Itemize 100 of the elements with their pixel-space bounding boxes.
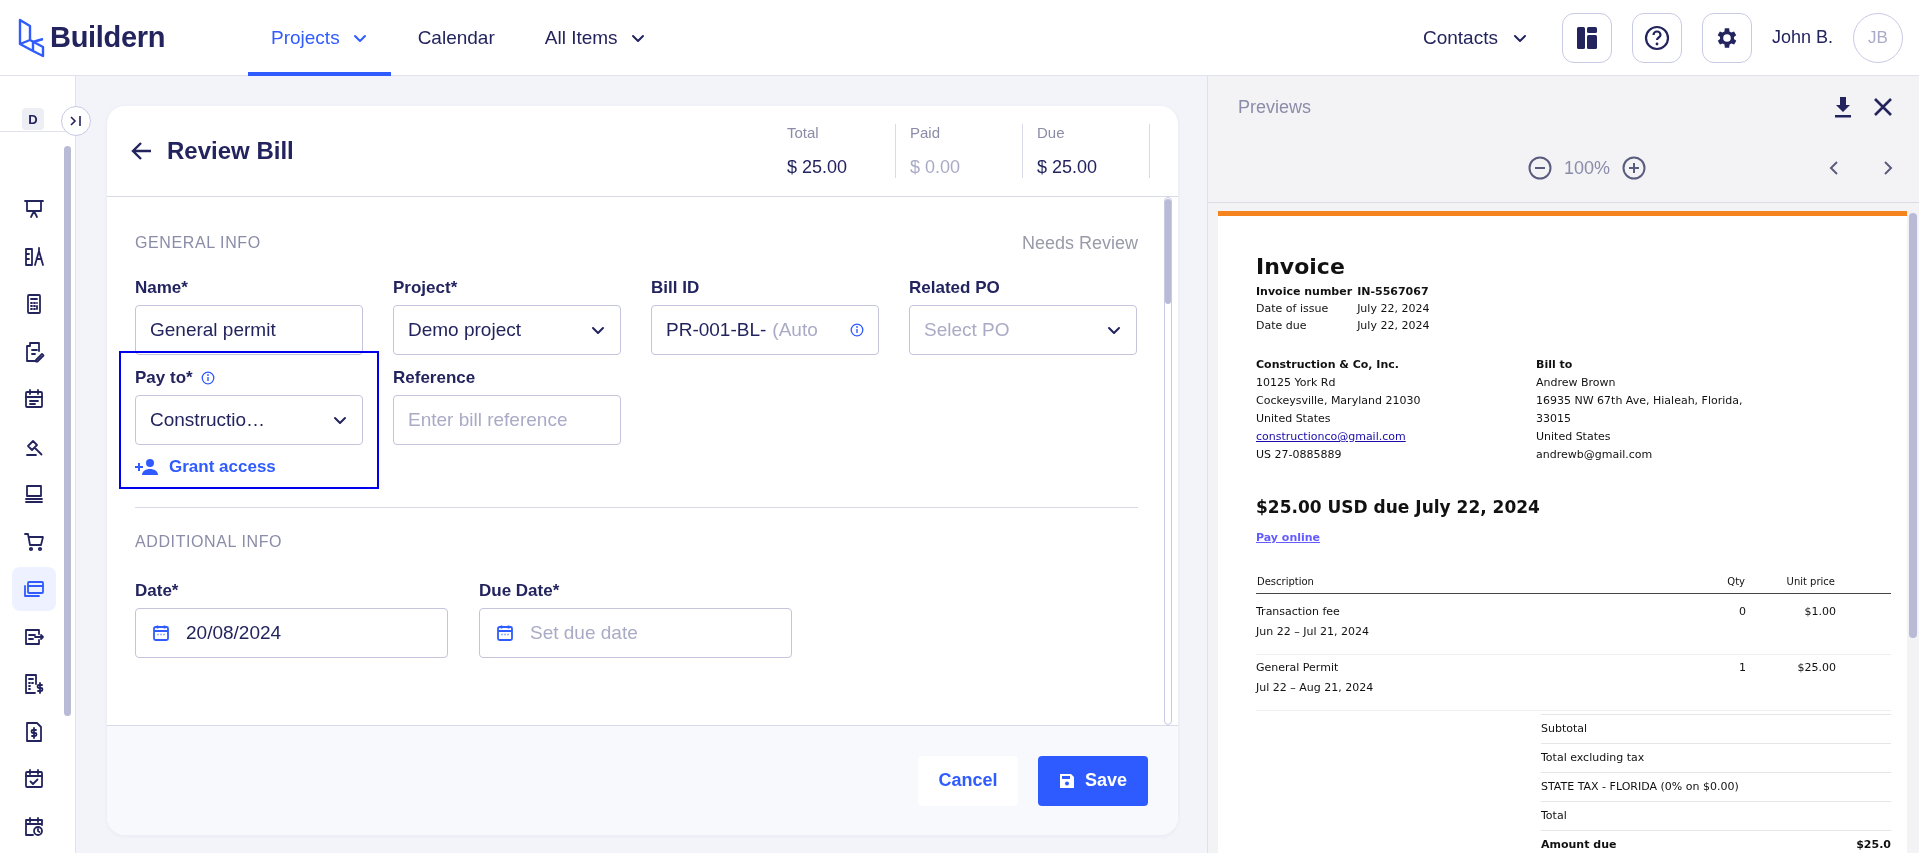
layout-button[interactable] [1561, 12, 1612, 63]
zoom-in-button[interactable] [1622, 156, 1647, 180]
field-label: Related PO [909, 278, 1000, 298]
calendar-icon [152, 624, 170, 642]
address-line: Cockeysville, Maryland 21030 [1256, 394, 1422, 407]
settings-button[interactable] [1701, 12, 1752, 63]
scrollbar-thumb[interactable] [1165, 199, 1171, 304]
summary-label: Due [1037, 124, 1065, 141]
back-arrow-icon [131, 141, 153, 161]
scrollbar[interactable] [64, 146, 71, 716]
section-heading: GENERAL INFO [135, 234, 261, 252]
calendar-icon [496, 624, 514, 642]
field-label: Date* [135, 581, 179, 601]
field-label: Pay to* [135, 368, 193, 388]
total-label: Total [1541, 809, 1567, 822]
summary-value: $ 0.00 [910, 157, 961, 178]
user-name: John B. [1771, 27, 1833, 48]
chevron-left-icon [1829, 161, 1839, 175]
invoice-title: Invoice [1256, 254, 1346, 279]
tax-id: US 27-0885889 [1256, 448, 1343, 461]
invoice-meta-value: IN-5567067 [1357, 285, 1430, 298]
field-label: Reference [393, 368, 476, 388]
field-hint: (Auto [772, 319, 818, 341]
download-button[interactable] [1833, 96, 1853, 118]
invoice-meta-label: Date due [1256, 319, 1308, 332]
item-unit-price: $25.00 [1797, 661, 1836, 674]
text-input[interactable]: General permit [135, 305, 363, 355]
summary-label: Total [787, 124, 819, 141]
column-header: Qty [1727, 576, 1745, 587]
zoom-level: 100% [1564, 157, 1611, 179]
invoice-meta-value: July 22, 2024 [1357, 319, 1430, 332]
select-dropdown[interactable]: Constructio… [135, 395, 363, 445]
field-placeholder: Select PO [924, 319, 1010, 341]
field-value: Constructio… [150, 409, 266, 431]
address-line: 10125 York Rd [1256, 376, 1337, 389]
easel-icon [21, 197, 46, 221]
previous-page-button[interactable] [1829, 161, 1839, 175]
help-icon [1643, 24, 1670, 51]
invoice-meta-value: July 22, 2024 [1357, 302, 1430, 315]
close-icon [1873, 97, 1893, 117]
address-line: Andrew Brown [1536, 376, 1617, 389]
nav-tab[interactable]: Calendar [394, 0, 518, 76]
pay-online-link[interactable]: Pay online [1256, 531, 1321, 544]
item-description: General Permit [1256, 661, 1339, 674]
close-button[interactable] [1873, 97, 1893, 117]
chevron-right-icon [1883, 161, 1893, 175]
total-label: STATE TAX - FLORIDA (0% on $0.00) [1541, 780, 1739, 793]
column-header: Description [1257, 576, 1314, 587]
zoom-out-button[interactable] [1528, 156, 1552, 180]
field-value: PR-001-BL- [666, 319, 767, 341]
item-description: Transaction fee [1256, 605, 1340, 618]
summary-value: $ 25.00 [787, 157, 848, 178]
contacts-menu[interactable]: Contacts [1416, 25, 1534, 50]
bill-to-heading: Bill to [1536, 358, 1574, 371]
address-line: United States [1256, 412, 1332, 425]
address-line: andrewb@gmail.com [1536, 448, 1654, 461]
section-heading: ADDITIONAL INFO [135, 533, 283, 551]
summary-label: Paid [910, 124, 941, 141]
item-quantity: 1 [1739, 661, 1746, 674]
download-icon [1833, 96, 1853, 118]
help-button[interactable] [1631, 12, 1682, 63]
info-icon [850, 323, 864, 337]
back-button[interactable] [131, 141, 153, 161]
scrollbar[interactable] [1909, 213, 1917, 638]
save-button[interactable]: Save [1038, 755, 1148, 806]
field-placeholder: Set due date [530, 622, 638, 644]
field-value: 20/08/2024 [186, 622, 282, 644]
expand-sidebar-button[interactable] [61, 106, 91, 136]
layout-icon [1575, 25, 1598, 50]
total-label: Amount due [1541, 838, 1617, 851]
item-unit-price: $1.00 [1804, 605, 1836, 618]
field-label: Name* [135, 278, 188, 298]
invoice-meta-label: Date of issue [1256, 302, 1330, 315]
next-page-button[interactable] [1883, 161, 1893, 175]
zoom-out-icon [1528, 156, 1552, 180]
item-quantity: 0 [1739, 605, 1746, 618]
field-label: Project* [393, 278, 458, 298]
total-value: $25.0 [1856, 838, 1891, 851]
address-line: United States [1536, 430, 1612, 443]
text-input[interactable]: PR-001-BL- (Auto [651, 305, 879, 355]
expand-icon [69, 115, 83, 127]
field-label: Due Date* [479, 581, 560, 601]
cancel-button[interactable]: Cancel [918, 755, 1018, 806]
nav-tab[interactable]: All Items [521, 0, 669, 76]
email-link[interactable]: constructionco@gmail.com [1256, 430, 1406, 443]
select-dropdown[interactable]: Demo project [393, 305, 621, 355]
total-label: Total excluding tax [1541, 751, 1645, 764]
field-placeholder: Enter bill reference [408, 409, 568, 431]
sender-name: Construction & Co, Inc. [1256, 358, 1400, 371]
panel-title: Previews [1238, 96, 1312, 118]
amount-due-heading: $25.00 USD due July 22, 2024 [1256, 497, 1541, 517]
project-badge[interactable]: D [22, 108, 44, 130]
field-value: Demo project [408, 319, 521, 341]
date-input[interactable]: 20/08/2024 [135, 608, 448, 658]
grant-access-link[interactable]: Grant access [135, 457, 363, 477]
invoice-meta-label: Invoice number [1256, 285, 1353, 298]
item-period: Jul 22 – Aug 21, 2024 [1256, 681, 1375, 694]
address-line: 33015 [1536, 412, 1572, 425]
logo-text[interactable]: Buildern [50, 21, 166, 54]
item-period: Jun 22 – Jul 21, 2024 [1256, 625, 1370, 638]
